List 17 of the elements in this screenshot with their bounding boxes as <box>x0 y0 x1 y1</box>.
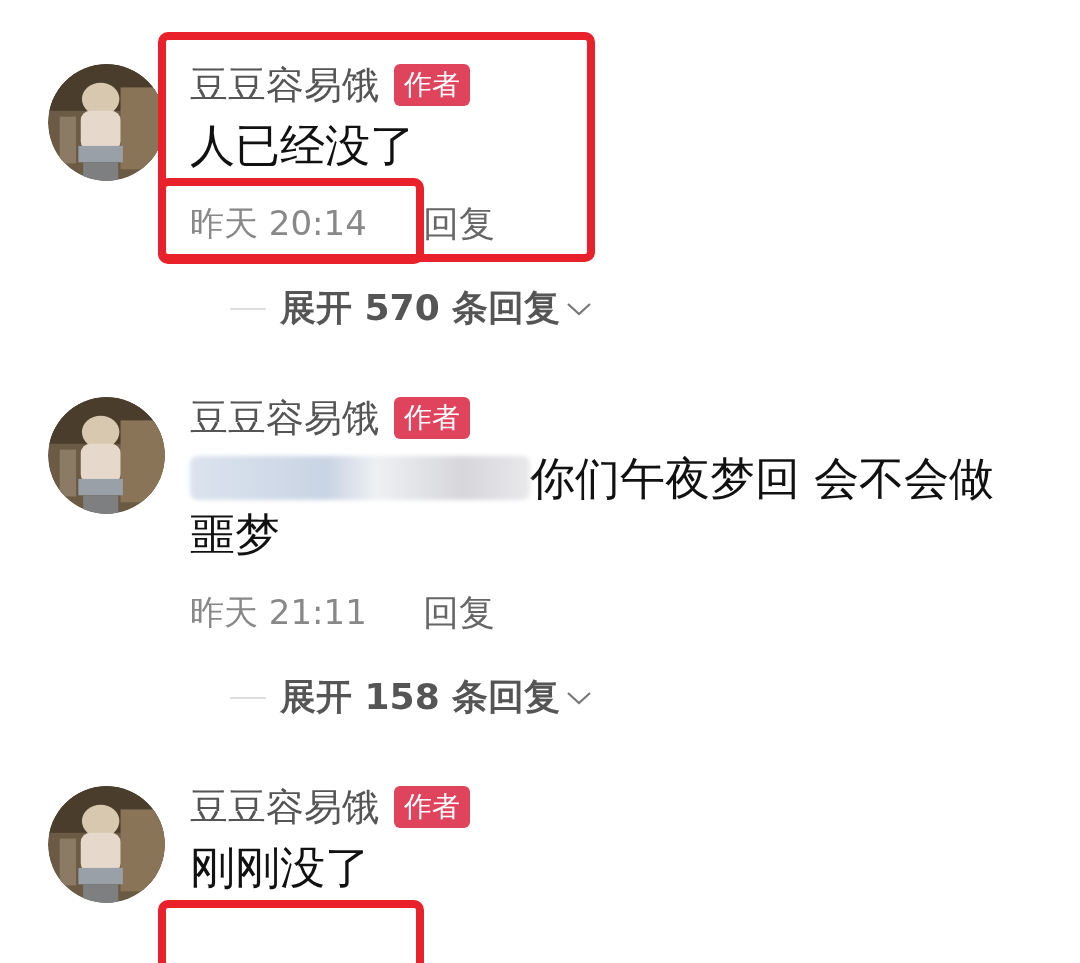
comment-text: 刚刚没了 <box>190 840 371 896</box>
chevron-down-icon <box>566 689 593 706</box>
comment-time: 昨天 20:14 <box>190 202 367 245</box>
expand-replies-button[interactable]: 展开 570 条回复 <box>280 284 561 333</box>
comment-time: 昨天 21:11 <box>190 591 367 634</box>
author-badge: 作者 <box>394 64 470 106</box>
author-name[interactable]: 豆豆容易饿 <box>190 392 380 444</box>
author-badge: 作者 <box>394 786 470 828</box>
reply-button[interactable]: 回复 <box>422 588 495 638</box>
author-name[interactable]: 豆豆容易饿 <box>190 59 380 111</box>
author-name[interactable]: 豆豆容易饿 <box>190 781 380 833</box>
comment-text: 人已经没了 <box>190 118 416 174</box>
comment-text: 你们午夜梦回 会不会做噩梦 <box>190 451 996 563</box>
expand-replies-button[interactable]: 展开 158 条回复 <box>280 673 561 722</box>
reply-button[interactable]: 回复 <box>422 199 495 249</box>
author-badge: 作者 <box>394 397 470 439</box>
chevron-down-icon <box>566 300 593 317</box>
